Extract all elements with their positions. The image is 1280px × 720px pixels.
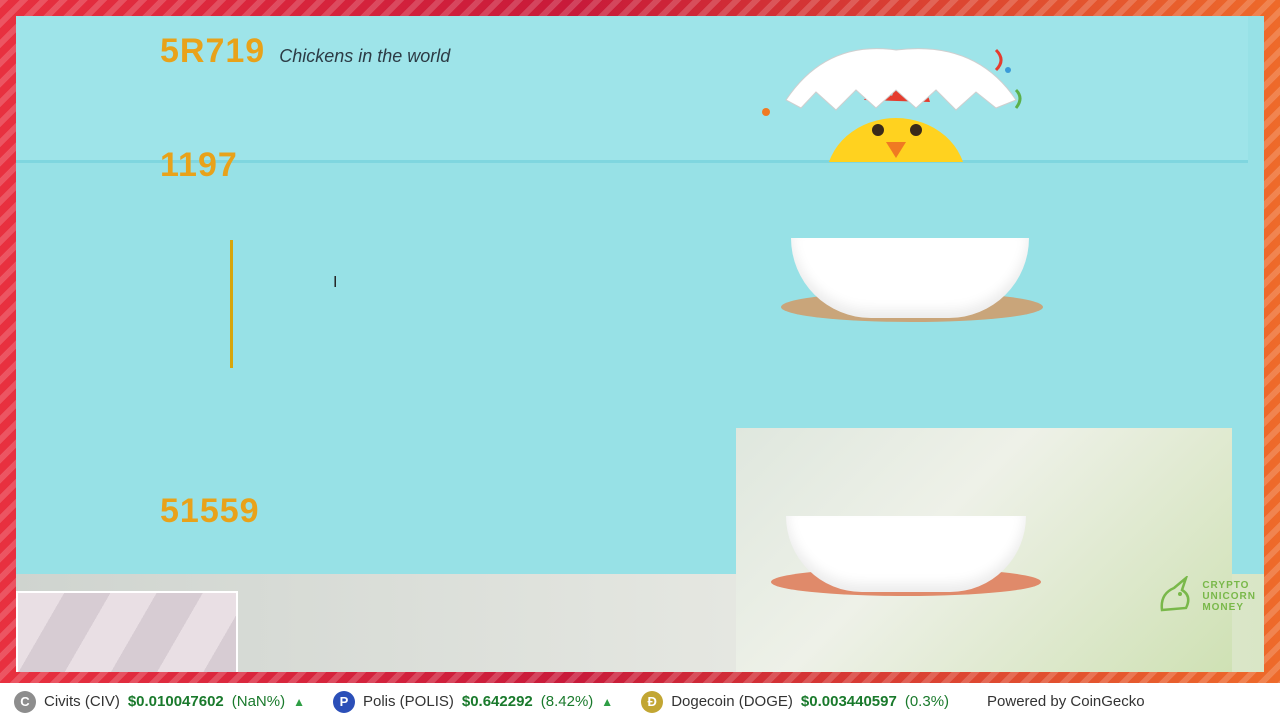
brand-line: MONEY	[1202, 601, 1244, 613]
stat-fourth: 51559	[160, 492, 274, 531]
coin-name: Civits (CIV)	[44, 693, 120, 710]
coin-change: (8.42%)	[540, 693, 594, 710]
up-arrow-icon: ▲	[601, 694, 614, 709]
coin-icon: Ð	[641, 690, 664, 713]
brand-line: UNICORN	[1202, 590, 1256, 602]
powered-by-link[interactable]: Powered by CoinGecko	[987, 693, 1145, 710]
brand-logo: CRYPTO UNICORN MONEY	[1156, 576, 1256, 616]
text-caret	[230, 240, 233, 368]
up-arrow-icon: ▲	[293, 694, 305, 709]
hatching-chick-icon	[762, 48, 1022, 242]
coin-change: (0.3%)	[904, 693, 950, 710]
ibeam-cursor-icon: I	[333, 274, 338, 291]
coin-icon: P	[333, 690, 355, 713]
crypto-ticker: C Civits (CIV) $0.010047602 (NaN%) ▲ P P…	[0, 683, 1280, 720]
chick-mascot	[746, 30, 1046, 242]
stat-value: 5R719	[160, 32, 266, 70]
unicorn-icon	[1160, 576, 1190, 612]
coin-name: Dogecoin (DOGE)	[671, 693, 793, 710]
ticker-item[interactable]: C Civits (CIV) $0.010047602 (NaN%) ▲	[14, 690, 305, 713]
stat-second: 1197	[160, 146, 238, 185]
coin-price: $0.003440597	[800, 693, 897, 710]
stat-value: 1197	[160, 146, 238, 184]
webcam-placeholder	[16, 591, 238, 672]
stat-value: 51559	[160, 492, 260, 530]
main-viewport: 5R719 Chickens in the world 1197 I 51559…	[16, 16, 1264, 672]
stat-label: Chickens in the world	[279, 46, 451, 66]
coin-price: $0.642292	[461, 693, 533, 710]
ticker-item[interactable]: Ð Dogecoin (DOGE) $0.003440597 (0.3%)	[641, 690, 950, 713]
brand-line: CRYPTO	[1202, 579, 1250, 591]
coin-name: Polis (POLIS)	[363, 693, 454, 710]
coin-change: (NaN%)	[231, 693, 286, 710]
egg-shell-icon	[786, 516, 1026, 592]
stat-chickens: 5R719 Chickens in the world	[160, 32, 450, 71]
ticker-item[interactable]: P Polis (POLIS) $0.642292 (8.42%) ▲	[333, 690, 614, 713]
coin-price: $0.010047602	[127, 693, 224, 710]
coin-icon: C	[14, 690, 36, 713]
